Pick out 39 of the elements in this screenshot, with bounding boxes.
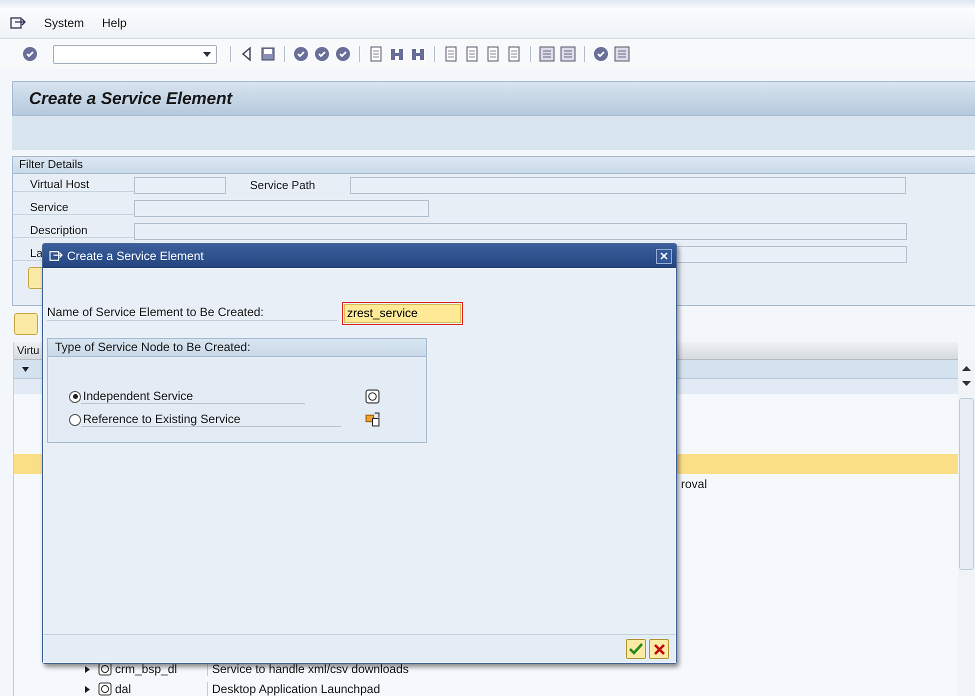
group-title: Type of Service Node to Be Created: (48, 339, 426, 357)
close-button[interactable] (656, 248, 672, 264)
check-icon[interactable] (629, 643, 643, 655)
table-cell: dal (112, 682, 208, 696)
input-field[interactable] (350, 177, 906, 194)
page-title: Create a Service Element (12, 81, 975, 116)
service-icon (98, 662, 112, 676)
menu-item[interactable]: System (44, 16, 84, 30)
command-field[interactable] (53, 44, 217, 64)
close-icon[interactable] (660, 252, 668, 260)
cancel-button[interactable] (649, 639, 669, 659)
table-row[interactable]: dal Desktop Application Launchpad (14, 679, 958, 696)
menu-item[interactable]: Help (102, 16, 127, 30)
scroll-down-icon[interactable] (962, 381, 971, 386)
reference-icon (365, 412, 380, 427)
input-field[interactable] (134, 200, 429, 217)
menu-icon[interactable] (10, 16, 26, 30)
table-cell: roval (681, 477, 708, 491)
group-title: Filter Details (13, 157, 975, 174)
field-label: Service Path (250, 180, 316, 192)
input-field[interactable] (134, 177, 226, 194)
service-icon (365, 389, 380, 404)
check-icon[interactable] (22, 46, 38, 62)
confirm-button[interactable] (626, 639, 646, 659)
input-field[interactable] (134, 223, 907, 240)
field-label: Name of Service Element to Be Created: (47, 305, 337, 321)
table-cell-text: Desktop Application Launchpad (211, 682, 380, 696)
radio-button[interactable] (69, 414, 81, 426)
radio-button[interactable] (69, 390, 81, 402)
dialog-icon (49, 250, 63, 262)
dropdown-arrow-icon[interactable] (203, 52, 211, 56)
input-field[interactable]: zrest_service (344, 304, 461, 322)
option-label[interactable]: Reference to Existing Service (81, 412, 341, 427)
caret-icon[interactable] (22, 366, 32, 372)
table-cell-text: Service to handle xml/csv downloads (211, 662, 409, 676)
scroll-up-icon[interactable] (962, 366, 971, 371)
save-icon[interactable] (260, 46, 276, 62)
option-label[interactable]: Independent Service (81, 389, 305, 404)
column-header: Virtu (16, 344, 40, 356)
